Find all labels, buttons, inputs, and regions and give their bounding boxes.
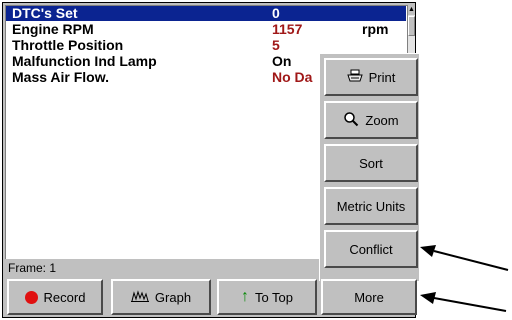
row-value: 0 [272, 5, 280, 21]
row-unit: rpm [362, 21, 389, 37]
zoom-button[interactable]: Zoom [324, 101, 418, 139]
conflict-label: Conflict [349, 241, 393, 257]
sort-label: Sort [359, 155, 383, 171]
metric-units-label: Metric Units [336, 198, 406, 214]
row-value: 1157 [272, 21, 303, 37]
printer-icon [346, 69, 363, 85]
graph-button[interactable]: Graph [111, 279, 211, 315]
record-button[interactable]: Record [7, 279, 103, 315]
zoom-label: Zoom [365, 112, 399, 128]
scroll-thumb[interactable] [408, 16, 415, 36]
more-label: More [354, 289, 384, 305]
data-row-engine-rpm[interactable]: Engine RPM 1157 rpm [6, 22, 406, 37]
print-button[interactable]: Print [324, 58, 418, 96]
data-row-dtc-set[interactable]: DTC's Set 0 [6, 6, 406, 21]
record-label: Record [43, 289, 86, 305]
print-label: Print [368, 69, 396, 85]
row-name: Throttle Position [12, 37, 124, 53]
callout-arrow-conflict [420, 245, 509, 271]
more-popup-menu: Print Zoom Sort Metric Units Conflict [319, 53, 419, 281]
row-value: No Da [272, 69, 313, 85]
data-row-throttle-position[interactable]: Throttle Position 5 [6, 38, 406, 53]
up-arrow-icon: ↑ [240, 288, 249, 305]
row-name: Malfunction Ind Lamp [12, 53, 157, 69]
row-name: DTC's Set [12, 5, 78, 21]
row-value: On [272, 53, 292, 69]
row-name: Engine RPM [12, 21, 94, 37]
sort-button[interactable]: Sort [324, 144, 418, 182]
row-name: Mass Air Flow. [12, 69, 109, 85]
scan-tool-screen: DTC's Set 0 Engine RPM 1157 rpm Throttle… [2, 2, 419, 318]
conflict-button[interactable]: Conflict [324, 230, 418, 268]
graph-label: Graph [154, 289, 192, 305]
frame-indicator: Frame: 1 [8, 261, 57, 275]
more-button[interactable]: More [321, 279, 417, 315]
bottom-toolbar: Record Graph ↑ To Top More [5, 277, 417, 317]
metric-units-button[interactable]: Metric Units [324, 187, 418, 225]
scroll-up-arrow-icon[interactable]: ▲ [408, 5, 415, 15]
graph-icon [130, 290, 149, 304]
row-value: 5 [272, 37, 280, 53]
magnifier-icon [343, 111, 359, 129]
to-top-button[interactable]: ↑ To Top [217, 279, 317, 315]
record-dot-icon [24, 290, 38, 304]
to-top-label: To Top [254, 289, 294, 305]
callout-arrow-more [420, 292, 507, 312]
